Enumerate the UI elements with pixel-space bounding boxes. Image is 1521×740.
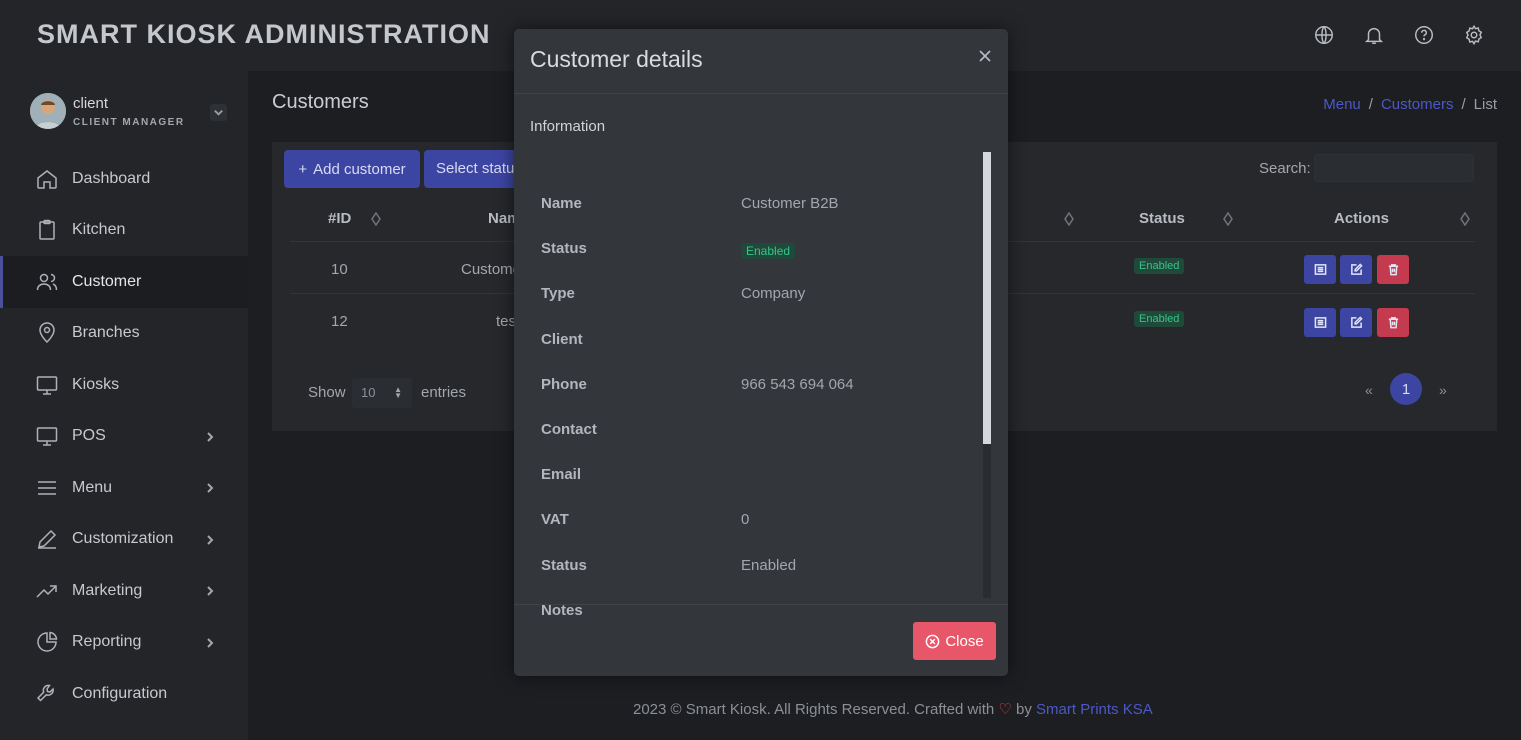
detail-row: Email — [541, 466, 971, 490]
detail-label: Type — [541, 285, 575, 303]
detail-row: Type Company — [541, 285, 971, 309]
detail-label: Email — [541, 466, 582, 484]
detail-label: Contact — [541, 421, 597, 438]
section-title: Information — [530, 118, 606, 135]
close-circle-icon — [925, 634, 940, 648]
customer-details-modal: Customer details Information Name Custome… — [514, 29, 1008, 676]
detail-value: Enabled — [741, 556, 797, 574]
detail-value: 0 — [741, 511, 750, 529]
modal-header: Customer details — [514, 29, 1008, 94]
detail-row: Client — [541, 331, 971, 355]
detail-label: Name — [541, 195, 582, 212]
detail-row: Phone 966 543 694 064 — [541, 376, 971, 400]
modal-title: Customer details — [530, 46, 703, 72]
detail-label: Client — [541, 330, 583, 348]
detail-label: Status — [541, 556, 587, 574]
modal-overlay: Customer details Information Name Custome… — [0, 0, 1521, 740]
scrollbar-thumb[interactable] — [983, 152, 991, 444]
status-badge: Enabled — [741, 243, 796, 260]
close-icon[interactable] — [978, 49, 994, 65]
detail-row: Status Enabled — [541, 557, 971, 581]
detail-value: 966 543 694 064 — [741, 375, 854, 393]
details-list: Name Customer B2B Status Enabled Type Company… — [514, 149, 1008, 619]
detail-value: Customer B2B — [741, 195, 839, 212]
detail-label: Phone — [541, 375, 587, 393]
detail-row: Name Customer B2B — [541, 195, 971, 219]
detail-label: VAT — [541, 511, 569, 529]
detail-label: Status — [541, 240, 587, 258]
modal-footer: Close — [514, 604, 1008, 676]
close-label: Close — [945, 632, 984, 650]
detail-row: Contact — [541, 421, 971, 445]
close-button[interactable]: Close — [913, 622, 996, 660]
detail-row: Status Enabled — [541, 240, 971, 264]
detail-row: VAT 0 — [541, 511, 971, 535]
detail-value: Company — [741, 285, 806, 303]
